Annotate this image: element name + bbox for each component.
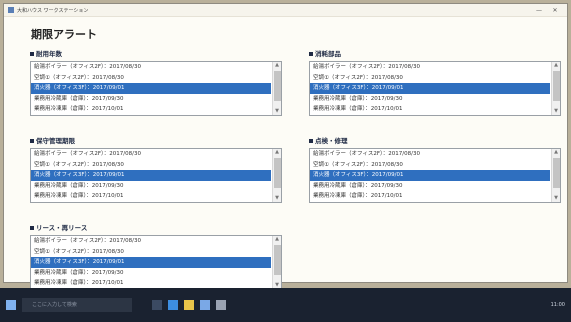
scroll-up-icon[interactable]: ▲ [552, 149, 560, 156]
list-item[interactable]: 業務用冷蔵庫（倉庫）：2017/09/30 [310, 181, 550, 192]
list-item-selected[interactable]: 消火器（オフィス3F）：2017/09/01 [31, 170, 271, 181]
scroll-thumb[interactable] [553, 71, 560, 101]
list-item[interactable]: 給湯ボイラー（オフィス2F）：2017/08/30 [31, 62, 271, 73]
section-maintenance-deadline: 保守管理期限 給湯ボイラー（オフィス2F）：2017/08/30 空調①（オフィ… [30, 137, 282, 203]
list-item[interactable]: 業務用冷凍庫（倉庫）：2017/10/01 [31, 104, 271, 115]
list-item[interactable]: 業務用冷凍庫（倉庫）：2017/10/01 [310, 191, 550, 202]
listbox-lease[interactable]: 給湯ボイラー（オフィス2F）：2017/08/30 空調①（オフィス2F）：20… [30, 235, 282, 290]
list-item[interactable]: 業務用冷蔵庫（倉庫）：2017/09/30 [31, 268, 271, 279]
list-item[interactable]: 給湯ボイラー（オフィス2F）：2017/08/30 [31, 149, 271, 160]
list-item-selected[interactable]: 消火器（オフィス3F）：2017/09/01 [310, 83, 550, 94]
scrollbar[interactable]: ▲ ▼ [551, 149, 560, 202]
list-item-selected[interactable]: 消火器（オフィス3F）：2017/09/01 [31, 257, 271, 268]
list-item[interactable]: 業務用冷凍庫（倉庫）：2017/10/01 [31, 191, 271, 202]
scroll-up-icon[interactable]: ▲ [273, 62, 281, 69]
list-item-selected[interactable]: 消火器（オフィス3F）：2017/09/01 [31, 83, 271, 94]
minimize-button[interactable]: — [531, 7, 547, 14]
scroll-up-icon[interactable]: ▲ [273, 236, 281, 243]
scrollbar[interactable]: ▲ ▼ [272, 149, 281, 202]
taskbar: ここに入力して検索 11:00 [0, 288, 571, 322]
list-item[interactable]: 空調①（オフィス2F）：2017/08/30 [31, 160, 271, 171]
list-item[interactable]: 空調①（オフィス2F）：2017/08/30 [310, 160, 550, 171]
edge-browser-icon[interactable] [168, 300, 178, 310]
scroll-down-icon[interactable]: ▼ [273, 108, 281, 115]
list-item[interactable]: 空調①（オフィス2F）：2017/08/30 [310, 73, 550, 84]
bullet-icon [30, 52, 34, 56]
scroll-thumb[interactable] [553, 158, 560, 188]
section-inspection-repair: 点検・修理 給湯ボイラー（オフィス2F）：2017/08/30 空調①（オフィス… [309, 137, 561, 203]
scroll-thumb[interactable] [274, 71, 281, 101]
app-window: 大和ハウス ワークステーション — ✕ 期限アラート 耐用年数 給湯ボイラー（オ… [3, 3, 568, 290]
scroll-down-icon[interactable]: ▼ [552, 195, 560, 202]
section-label: 消耗部品 [315, 50, 341, 58]
app-icon [8, 7, 14, 13]
list-item[interactable]: 給湯ボイラー（オフィス2F）：2017/08/30 [310, 62, 550, 73]
scrollbar[interactable]: ▲ ▼ [272, 62, 281, 115]
section-consumables: 消耗部品 給湯ボイラー（オフィス2F）：2017/08/30 空調①（オフィス2… [309, 50, 561, 116]
scroll-thumb[interactable] [274, 245, 281, 275]
bullet-icon [30, 226, 34, 230]
list-item[interactable]: 給湯ボイラー（オフィス2F）：2017/08/30 [31, 236, 271, 247]
scrollbar[interactable]: ▲ ▼ [551, 62, 560, 115]
listbox-useful-life[interactable]: 給湯ボイラー（オフィス2F）：2017/08/30 空調①（オフィス2F）：20… [30, 61, 282, 116]
taskbar-search-input[interactable]: ここに入力して検索 [22, 298, 132, 312]
list-item[interactable]: 給湯ボイラー（オフィス2F）：2017/08/30 [310, 149, 550, 160]
scrollbar[interactable]: ▲ ▼ [272, 236, 281, 289]
app-taskbar-icon[interactable] [216, 300, 226, 310]
scroll-down-icon[interactable]: ▼ [552, 108, 560, 115]
list-item[interactable]: 業務用冷蔵庫（倉庫）：2017/09/30 [310, 94, 550, 105]
taskbar-clock: 11:00 [550, 302, 565, 308]
list-item[interactable]: 業務用冷蔵庫（倉庫）：2017/09/30 [31, 94, 271, 105]
scroll-up-icon[interactable]: ▲ [273, 149, 281, 156]
listbox-inspection-repair[interactable]: 給湯ボイラー（オフィス2F）：2017/08/30 空調①（オフィス2F）：20… [309, 148, 561, 203]
file-explorer-icon[interactable] [184, 300, 194, 310]
section-label: 点検・修理 [315, 137, 348, 145]
scroll-thumb[interactable] [274, 158, 281, 188]
scroll-down-icon[interactable]: ▼ [273, 195, 281, 202]
section-useful-life: 耐用年数 給湯ボイラー（オフィス2F）：2017/08/30 空調①（オフィス2… [30, 50, 282, 116]
section-label: リース・再リース [36, 224, 88, 232]
bullet-icon [309, 52, 313, 56]
bullet-icon [309, 139, 313, 143]
list-item[interactable]: 業務用冷凍庫（倉庫）：2017/10/01 [310, 104, 550, 115]
listbox-consumables[interactable]: 給湯ボイラー（オフィス2F）：2017/08/30 空調①（オフィス2F）：20… [309, 61, 561, 116]
list-item[interactable]: 空調①（オフィス2F）：2017/08/30 [31, 73, 271, 84]
scroll-up-icon[interactable]: ▲ [552, 62, 560, 69]
task-view-icon[interactable] [152, 300, 162, 310]
list-item[interactable]: 業務用冷蔵庫（倉庫）：2017/09/30 [31, 181, 271, 192]
list-item[interactable]: 空調①（オフィス2F）：2017/08/30 [31, 247, 271, 258]
section-label: 保守管理期限 [36, 137, 75, 145]
section-label: 耐用年数 [36, 50, 62, 58]
title-bar: 大和ハウス ワークステーション — ✕ [4, 4, 567, 17]
window-title: 大和ハウス ワークステーション [17, 7, 89, 14]
section-lease: リース・再リース 給湯ボイラー（オフィス2F）：2017/08/30 空調①（オ… [30, 224, 282, 290]
listbox-maintenance-deadline[interactable]: 給湯ボイラー（オフィス2F）：2017/08/30 空調①（オフィス2F）：20… [30, 148, 282, 203]
windows-start-icon[interactable] [6, 300, 16, 310]
page-title: 期限アラート [31, 28, 97, 41]
close-button[interactable]: ✕ [547, 7, 563, 14]
store-icon[interactable] [200, 300, 210, 310]
list-item-selected[interactable]: 消火器（オフィス3F）：2017/09/01 [310, 170, 550, 181]
bullet-icon [30, 139, 34, 143]
